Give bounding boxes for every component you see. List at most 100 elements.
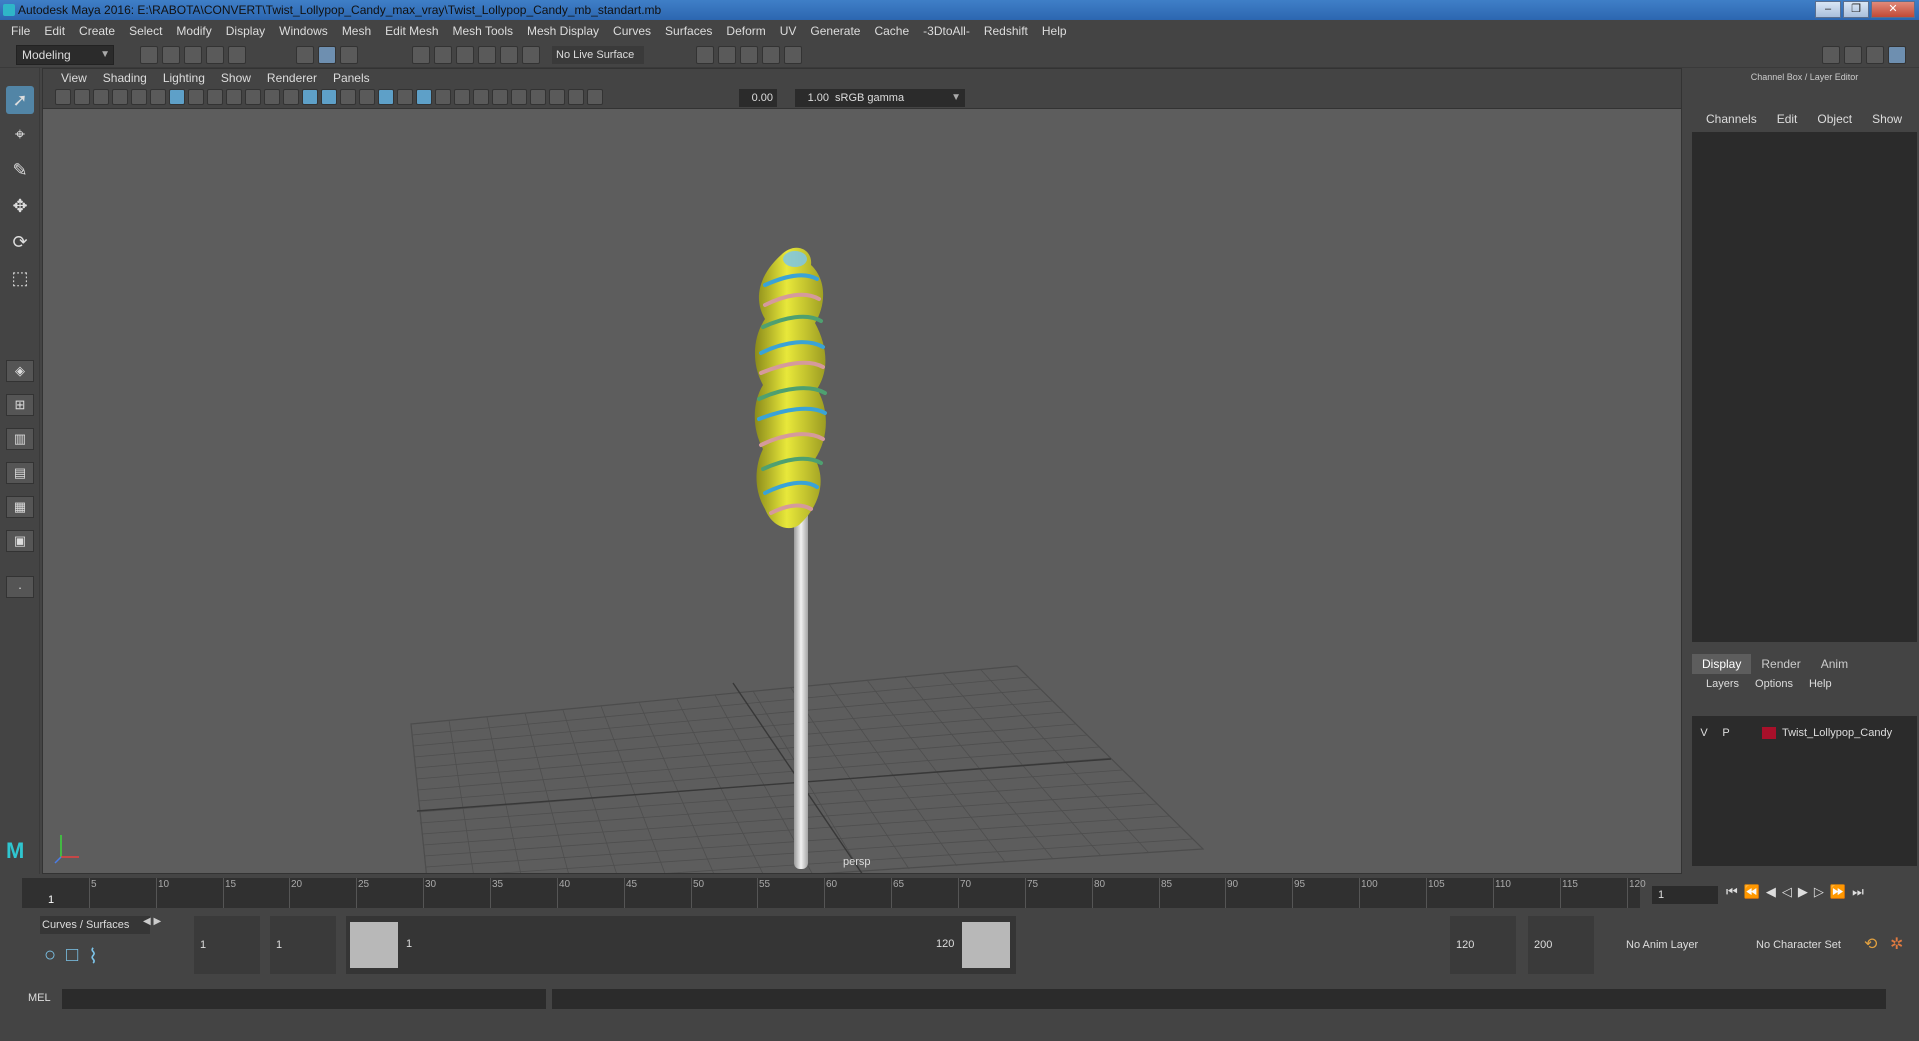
tab-display[interactable]: Display — [1692, 654, 1752, 674]
menu-surfaces[interactable]: Surfaces — [658, 20, 719, 42]
gamma-field[interactable]: 1.00 — [795, 89, 833, 107]
snap-surface-icon[interactable] — [522, 46, 540, 64]
vp-menu-lighting[interactable]: Lighting — [155, 71, 213, 85]
snap-curve-icon[interactable] — [434, 46, 452, 64]
lollipop-candy[interactable] — [754, 247, 827, 529]
new-scene-icon[interactable] — [140, 46, 158, 64]
menu-create[interactable]: Create — [72, 20, 122, 42]
tab-anim[interactable]: Anim — [1810, 654, 1859, 674]
viewport-panel[interactable]: View Shading Lighting Show Renderer Pane… — [42, 68, 1682, 874]
render-current-frame-icon[interactable] — [696, 46, 714, 64]
script-language-label[interactable]: MEL — [28, 992, 51, 1004]
field-chart-icon[interactable] — [245, 89, 261, 105]
vp-menu-view[interactable]: View — [53, 71, 95, 85]
go-to-end-icon[interactable]: ⏭ — [1852, 884, 1864, 900]
xray-joints-icon[interactable] — [549, 89, 565, 105]
select-object-icon[interactable] — [318, 46, 336, 64]
four-view-layout-icon[interactable]: ⊞ — [6, 394, 34, 416]
attribute-editor-icon[interactable] — [1844, 46, 1862, 64]
vp-menu-panels[interactable]: Panels — [325, 71, 378, 85]
ep-curve-icon[interactable]: ⌇ — [88, 944, 98, 969]
range-end-handle[interactable] — [962, 922, 1010, 968]
menu-select[interactable]: Select — [122, 20, 169, 42]
tab-render[interactable]: Render — [1751, 654, 1811, 674]
play-forwards-icon[interactable]: ▶ — [1798, 884, 1808, 900]
lasso-tool-icon[interactable]: ⌖ — [6, 120, 34, 148]
screen-space-ao-icon[interactable] — [435, 89, 451, 105]
layer-color-swatch[interactable] — [1762, 727, 1776, 739]
open-scene-icon[interactable] — [162, 46, 180, 64]
auto-key-icon[interactable]: ⟲ — [1864, 916, 1877, 974]
anim-layer-dropdown[interactable]: No Anim Layer — [1626, 916, 1698, 974]
grid-toggle-icon[interactable] — [169, 89, 185, 105]
camera-select-icon[interactable] — [55, 89, 71, 105]
render-settings-icon[interactable] — [740, 46, 758, 64]
vp-menu-shading[interactable]: Shading — [95, 71, 155, 85]
isolate-select-icon[interactable] — [511, 89, 527, 105]
menu-3dtoall[interactable]: -3DtoAll- — [916, 20, 977, 42]
rotate-tool-icon[interactable]: ⟳ — [6, 228, 34, 256]
select-component-icon[interactable] — [340, 46, 358, 64]
menu-edit-mesh[interactable]: Edit Mesh — [378, 20, 445, 42]
use-default-material-icon[interactable] — [340, 89, 356, 105]
safe-action-icon[interactable] — [264, 89, 280, 105]
maximize-button[interactable]: ❐ — [1843, 1, 1869, 18]
go-to-start-icon[interactable]: ⏮ — [1726, 884, 1738, 900]
animation-end-field[interactable]: 200 — [1528, 916, 1594, 974]
ipr-render-icon[interactable] — [718, 46, 736, 64]
snap-grid-icon[interactable] — [412, 46, 430, 64]
outliner-layout-icon[interactable]: ▥ — [6, 428, 34, 450]
nurbs-square-icon[interactable]: □ — [66, 944, 78, 969]
use-all-lights-icon[interactable] — [397, 89, 413, 105]
wireframe-on-shaded-icon[interactable] — [359, 89, 375, 105]
menu-edit[interactable]: Edit — [37, 20, 72, 42]
shadows-icon[interactable] — [416, 89, 432, 105]
render-view-icon[interactable] — [784, 46, 802, 64]
menu-uv[interactable]: UV — [773, 20, 804, 42]
menu-redshift[interactable]: Redshift — [977, 20, 1035, 42]
lollipop-stick[interactable] — [794, 479, 808, 869]
depth-of-field-icon[interactable] — [492, 89, 508, 105]
select-tool-icon[interactable]: ➚ — [6, 86, 34, 114]
step-back-frame-icon[interactable]: ◀ — [1766, 884, 1776, 900]
layer-menu-options[interactable]: Options — [1751, 678, 1797, 690]
menu-modify[interactable]: Modify — [169, 20, 218, 42]
range-slider[interactable]: 1 120 — [346, 916, 1016, 974]
2d-pan-zoom-icon[interactable] — [131, 89, 147, 105]
nurbs-circle-icon[interactable]: ○ — [44, 944, 56, 969]
motion-blur-icon[interactable] — [454, 89, 470, 105]
cb-menu-object[interactable]: Object — [1809, 112, 1860, 126]
play-backwards-icon[interactable]: ◁ — [1782, 884, 1792, 900]
hypershade-layout-icon[interactable]: ▦ — [6, 496, 34, 518]
close-button[interactable]: ✕ — [1871, 1, 1915, 18]
single-perspective-layout-icon[interactable]: ◈ — [6, 360, 34, 382]
time-slider-track[interactable]: 1 5 10 15 20 25 30 35 40 45 50 55 60 65 70 75 80 85 90 95 1… — [22, 878, 1646, 908]
menu-generate[interactable]: Generate — [803, 20, 867, 42]
anti-aliasing-icon[interactable] — [473, 89, 489, 105]
playback-start-field[interactable]: 1 — [270, 916, 336, 974]
cb-menu-channels[interactable]: Channels — [1698, 112, 1765, 126]
range-start-handle[interactable] — [350, 922, 398, 968]
image-plane-icon[interactable] — [112, 89, 128, 105]
menu-cache[interactable]: Cache — [867, 20, 916, 42]
textured-icon[interactable] — [378, 89, 394, 105]
menu-mesh-display[interactable]: Mesh Display — [520, 20, 606, 42]
redo-icon[interactable] — [228, 46, 246, 64]
layer-name[interactable]: Twist_Lollypop_Candy — [1782, 727, 1892, 739]
smooth-shade-icon[interactable] — [321, 89, 337, 105]
hypershade-icon[interactable] — [762, 46, 780, 64]
animation-preferences-icon[interactable]: ✲ — [1890, 916, 1903, 974]
safe-title-icon[interactable] — [283, 89, 299, 105]
move-tool-icon[interactable]: ✥ — [6, 192, 34, 220]
menu-mesh-tools[interactable]: Mesh Tools — [446, 20, 520, 42]
cb-menu-show[interactable]: Show — [1864, 112, 1910, 126]
current-time-marker[interactable]: 1 — [48, 894, 54, 906]
menu-curves[interactable]: Curves — [606, 20, 658, 42]
command-input[interactable] — [62, 989, 546, 1009]
menu-file[interactable]: File — [4, 20, 37, 42]
bookmark-icon[interactable] — [93, 89, 109, 105]
grease-pencil-icon[interactable] — [150, 89, 166, 105]
shelf-scroll-icon[interactable]: ◀ ▶ — [143, 916, 161, 927]
playback-end-field[interactable]: 120 — [1450, 916, 1516, 974]
layer-visibility-toggle[interactable]: V — [1696, 727, 1712, 739]
